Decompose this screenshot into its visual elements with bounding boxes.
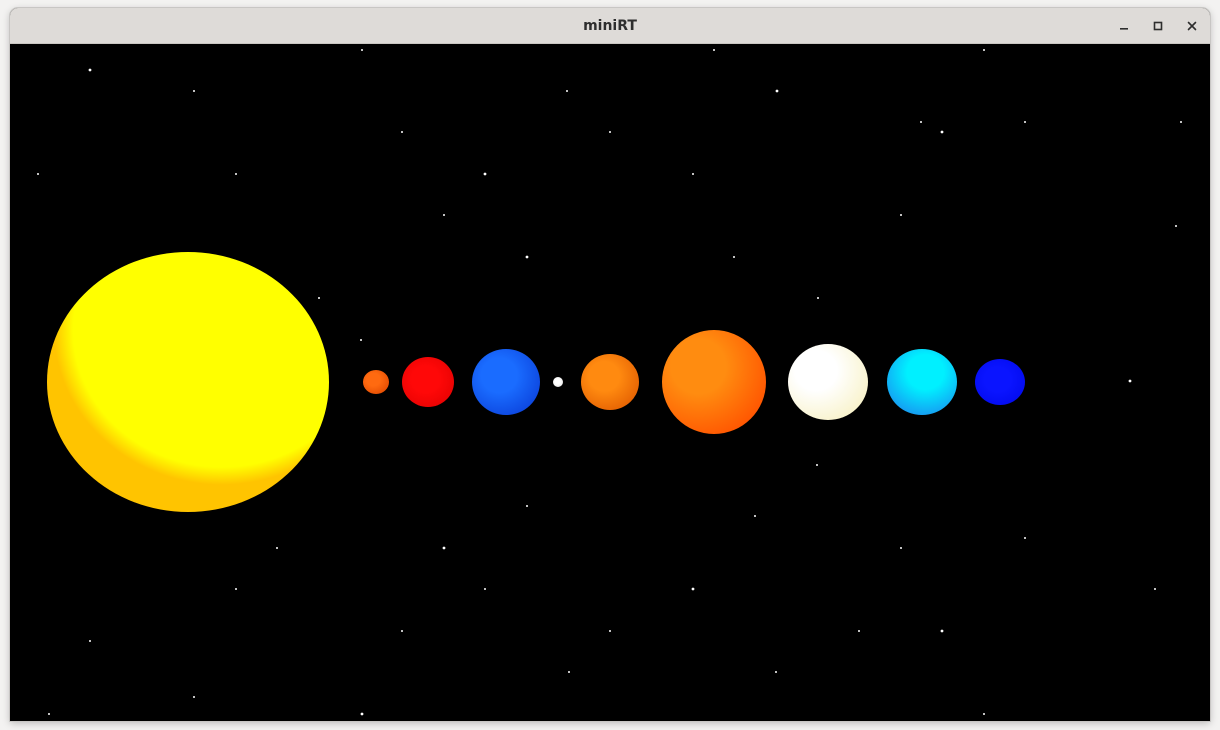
star bbox=[858, 630, 860, 632]
star bbox=[401, 131, 403, 133]
star bbox=[940, 130, 944, 134]
maximize-icon bbox=[1153, 21, 1163, 31]
star bbox=[193, 90, 195, 92]
star bbox=[235, 173, 237, 175]
star bbox=[920, 121, 922, 123]
star bbox=[483, 172, 487, 176]
planet-jupiter bbox=[662, 330, 766, 434]
window-title: miniRT bbox=[583, 18, 637, 34]
star bbox=[900, 547, 902, 549]
planet-uranus bbox=[887, 349, 957, 415]
close-button[interactable] bbox=[1180, 15, 1204, 37]
planet-mars bbox=[581, 354, 639, 410]
star bbox=[816, 464, 818, 466]
star bbox=[276, 547, 278, 549]
star bbox=[754, 515, 756, 517]
sun bbox=[47, 252, 329, 512]
star bbox=[318, 297, 320, 299]
star bbox=[443, 214, 445, 216]
star bbox=[775, 671, 777, 673]
star bbox=[983, 713, 985, 715]
minimize-icon bbox=[1120, 28, 1128, 30]
star bbox=[193, 696, 195, 698]
planet-mercury bbox=[363, 370, 389, 394]
star bbox=[1128, 379, 1132, 383]
title-bar[interactable]: miniRT bbox=[10, 8, 1210, 44]
star bbox=[609, 131, 611, 133]
star bbox=[1175, 225, 1177, 227]
minimize-button[interactable] bbox=[1112, 15, 1136, 37]
star bbox=[940, 629, 944, 633]
star bbox=[484, 588, 486, 590]
planet-neptune bbox=[975, 359, 1025, 405]
planet-earth bbox=[472, 349, 540, 415]
render-canvas bbox=[10, 44, 1210, 721]
star bbox=[691, 587, 695, 591]
star bbox=[713, 49, 715, 51]
star bbox=[1024, 537, 1026, 539]
star bbox=[525, 255, 529, 259]
star bbox=[566, 90, 568, 92]
star bbox=[88, 68, 92, 72]
star bbox=[1180, 121, 1182, 123]
star bbox=[37, 173, 39, 175]
star bbox=[526, 505, 528, 507]
star bbox=[360, 339, 362, 341]
star bbox=[775, 89, 779, 93]
star bbox=[401, 630, 403, 632]
planet-venus bbox=[402, 357, 454, 407]
app-window: miniRT bbox=[10, 8, 1210, 721]
star bbox=[983, 49, 985, 51]
star bbox=[361, 49, 363, 51]
star bbox=[733, 256, 735, 258]
star bbox=[48, 713, 50, 715]
planet-saturn bbox=[788, 344, 868, 420]
star bbox=[89, 640, 91, 642]
star bbox=[692, 173, 694, 175]
star bbox=[900, 214, 902, 216]
star bbox=[235, 588, 237, 590]
star bbox=[360, 712, 364, 716]
star bbox=[1154, 588, 1156, 590]
star bbox=[568, 671, 570, 673]
star bbox=[1024, 121, 1026, 123]
raytraced-scene bbox=[10, 44, 1210, 721]
star bbox=[817, 297, 819, 299]
star bbox=[609, 630, 611, 632]
close-icon bbox=[1187, 21, 1197, 31]
star bbox=[442, 546, 446, 550]
moon bbox=[553, 377, 563, 387]
maximize-button[interactable] bbox=[1146, 15, 1170, 37]
